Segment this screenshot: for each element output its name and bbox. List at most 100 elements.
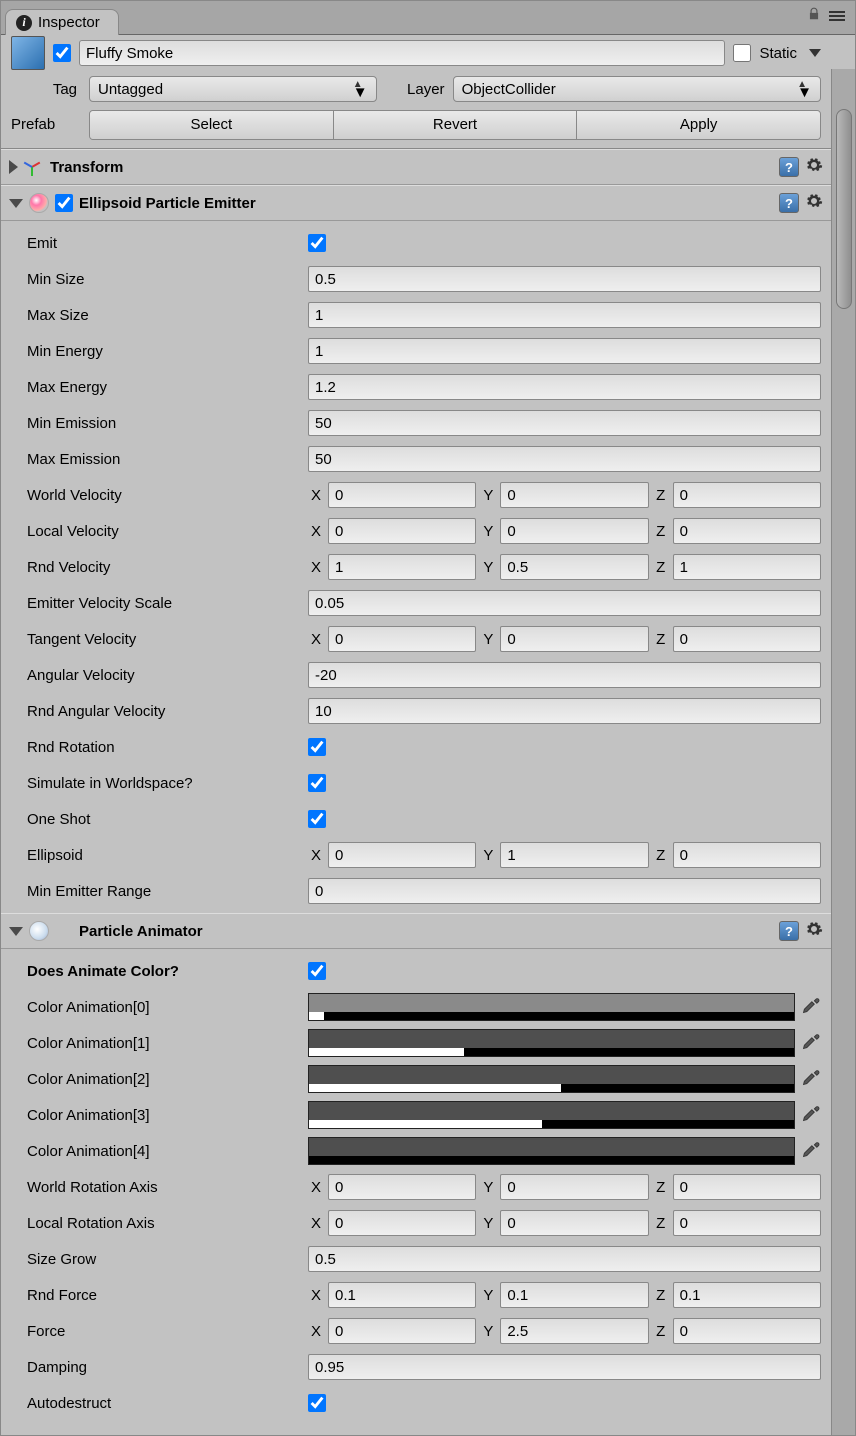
local-velocity-z[interactable]	[673, 518, 821, 544]
color-animation-0[interactable]	[308, 993, 795, 1021]
rnd-force-z[interactable]	[673, 1282, 821, 1308]
world-velocity-y[interactable]	[500, 482, 648, 508]
tab-title: Inspector	[38, 14, 100, 31]
ellipsoid-y[interactable]	[500, 842, 648, 868]
rnd-angular-velocity-field[interactable]	[308, 698, 821, 724]
prefab-select-button[interactable]: Select	[90, 111, 334, 139]
property-label: Max Size	[27, 307, 302, 324]
min-size-field[interactable]	[308, 266, 821, 292]
world-rotation-axis-x[interactable]	[328, 1174, 476, 1200]
rnd-velocity-y[interactable]	[500, 554, 648, 580]
gear-icon[interactable]	[805, 920, 823, 942]
autodestruct-checkbox[interactable]	[308, 1394, 326, 1412]
world-velocity-x[interactable]	[328, 482, 476, 508]
axis-label: Z	[653, 631, 669, 648]
force-z[interactable]	[673, 1318, 821, 1344]
name-field[interactable]	[79, 40, 725, 66]
local-rotation-axis-x[interactable]	[328, 1210, 476, 1236]
local-velocity-x[interactable]	[328, 518, 476, 544]
lock-icon[interactable]	[807, 7, 821, 25]
help-icon[interactable]: ?	[779, 157, 799, 177]
static-label: Static	[759, 45, 797, 62]
prefab-label: Prefab	[11, 116, 81, 133]
property-label: Rnd Velocity	[27, 559, 302, 576]
simulate-worldspace-checkbox[interactable]	[308, 774, 326, 792]
property-label: Rnd Rotation	[27, 739, 302, 756]
scrollbar-thumb[interactable]	[836, 109, 852, 309]
world-rotation-axis-z[interactable]	[673, 1174, 821, 1200]
max-size-field[interactable]	[308, 302, 821, 328]
layer-label: Layer	[385, 81, 445, 98]
min-emitter-range-field[interactable]	[308, 878, 821, 904]
property-label: Local Rotation Axis	[27, 1215, 302, 1232]
damping-field[interactable]	[308, 1354, 821, 1380]
axis-label: Z	[653, 1287, 669, 1304]
size-grow-field[interactable]	[308, 1246, 821, 1272]
local-velocity-y[interactable]	[500, 518, 648, 544]
max-energy-field[interactable]	[308, 374, 821, 400]
eyedropper-icon[interactable]	[801, 1139, 821, 1163]
eyedropper-icon[interactable]	[801, 995, 821, 1019]
local-rotation-axis-z[interactable]	[673, 1210, 821, 1236]
property-label: Rnd Angular Velocity	[27, 703, 302, 720]
emit-checkbox[interactable]	[308, 234, 326, 252]
min-emission-field[interactable]	[308, 410, 821, 436]
color-animation-4[interactable]	[308, 1137, 795, 1165]
help-icon[interactable]: ?	[779, 921, 799, 941]
eyedropper-icon[interactable]	[801, 1031, 821, 1055]
max-emission-field[interactable]	[308, 446, 821, 472]
color-animation-2[interactable]	[308, 1065, 795, 1093]
color-animation-3[interactable]	[308, 1101, 795, 1129]
emitter-velocity-scale-field[interactable]	[308, 590, 821, 616]
does-animate-color-checkbox[interactable]	[308, 962, 326, 980]
tangent-velocity-y[interactable]	[500, 626, 648, 652]
static-dropdown-icon[interactable]	[809, 49, 821, 57]
transform-foldout[interactable]	[9, 160, 18, 174]
panel-menu-icon[interactable]	[829, 9, 845, 23]
emitter-foldout[interactable]	[9, 199, 23, 208]
color-animation-1[interactable]	[308, 1029, 795, 1057]
eyedropper-icon[interactable]	[801, 1103, 821, 1127]
one-shot-checkbox[interactable]	[308, 810, 326, 828]
axis-label: Z	[653, 1323, 669, 1340]
property-label: Emitter Velocity Scale	[27, 595, 302, 612]
help-icon[interactable]: ?	[779, 193, 799, 213]
prefab-revert-button[interactable]: Revert	[334, 111, 578, 139]
rnd-velocity-z[interactable]	[673, 554, 821, 580]
tangent-velocity-x[interactable]	[328, 626, 476, 652]
property-label: World Velocity	[27, 487, 302, 504]
force-x[interactable]	[328, 1318, 476, 1344]
gear-icon[interactable]	[805, 192, 823, 214]
rnd-force-y[interactable]	[500, 1282, 648, 1308]
world-rotation-axis-y[interactable]	[500, 1174, 648, 1200]
axis-label: Y	[480, 559, 496, 576]
ellipsoid-z[interactable]	[673, 842, 821, 868]
angular-velocity-field[interactable]	[308, 662, 821, 688]
world-velocity-z[interactable]	[673, 482, 821, 508]
eyedropper-icon[interactable]	[801, 1067, 821, 1091]
rnd-rotation-checkbox[interactable]	[308, 738, 326, 756]
local-rotation-axis-y[interactable]	[500, 1210, 648, 1236]
layer-dropdown[interactable]: ObjectCollider ▲▼	[453, 76, 821, 102]
tag-value: Untagged	[98, 81, 163, 98]
property-label: Size Grow	[27, 1251, 302, 1268]
static-checkbox[interactable]	[733, 44, 751, 62]
property-label: Color Animation[3]	[27, 1107, 302, 1124]
property-label: One Shot	[27, 811, 302, 828]
prefab-apply-button[interactable]: Apply	[577, 111, 820, 139]
gear-icon[interactable]	[805, 156, 823, 178]
active-checkbox[interactable]	[53, 44, 71, 62]
force-y[interactable]	[500, 1318, 648, 1344]
axis-label: Y	[480, 1287, 496, 1304]
animator-foldout[interactable]	[9, 927, 23, 936]
emitter-enabled-checkbox[interactable]	[55, 194, 73, 212]
ellipsoid-x[interactable]	[328, 842, 476, 868]
tag-dropdown[interactable]: Untagged ▲▼	[89, 76, 377, 102]
rnd-force-x[interactable]	[328, 1282, 476, 1308]
scrollbar-track[interactable]	[831, 69, 855, 1435]
axis-label: X	[308, 487, 324, 504]
inspector-tab[interactable]: i Inspector	[5, 9, 119, 35]
rnd-velocity-x[interactable]	[328, 554, 476, 580]
tangent-velocity-z[interactable]	[673, 626, 821, 652]
min-energy-field[interactable]	[308, 338, 821, 364]
